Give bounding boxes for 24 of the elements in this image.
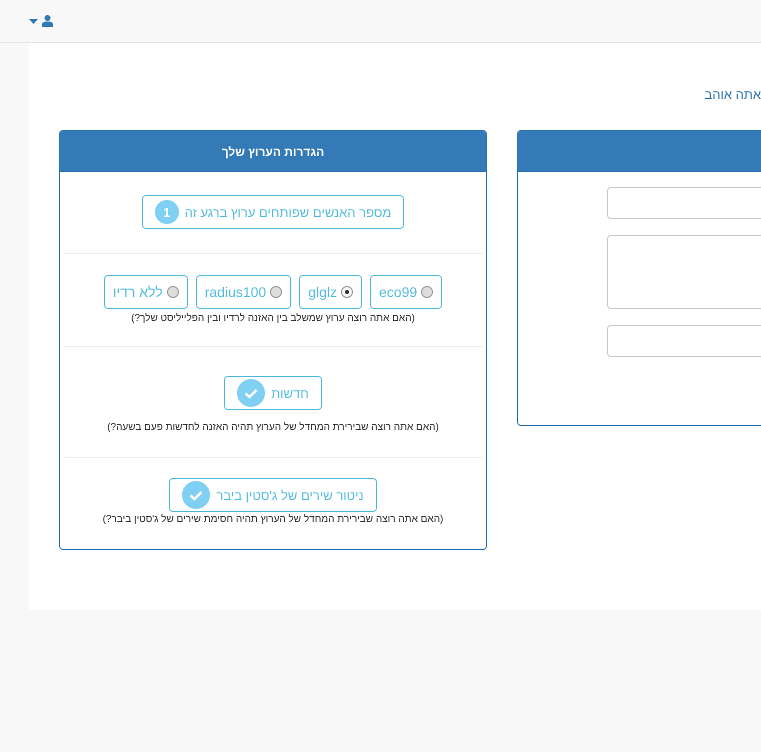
hint-text: (האם אתה רוצה שבירירת המחדל של הערוץ תהיה האזנה לחדשות פעם בשעה?) — [107, 422, 439, 433]
toggle-button[interactable]: חדשות — [224, 376, 322, 410]
text-input[interactable] — [607, 325, 761, 357]
station-radio[interactable]: glglz — [299, 275, 362, 309]
radio-dot[interactable] — [421, 286, 434, 298]
text-input[interactable] — [607, 187, 761, 219]
radio-dot[interactable] — [270, 286, 282, 298]
hint-text: (האם אתה רוצה שבירירת המחדל של הערוץ תהיה חסימת שירים של ג'סטין ביבר?) — [102, 514, 444, 525]
page-heading: אתה אוהב — [704, 86, 761, 102]
caret-icon — [29, 18, 38, 24]
user-icon — [42, 15, 53, 27]
panel-title: הגדרות הערוץ שלך — [60, 131, 486, 172]
text-area[interactable] — [607, 235, 761, 309]
radio-dot[interactable] — [341, 286, 354, 298]
count-badge: 1 — [154, 200, 179, 224]
hint-text: (האם אתה רוצה ערוץ שמשלב בין האזנה לרדיו ובין הפלייליסט שלך?) — [131, 313, 415, 324]
radio-dot[interactable] — [166, 286, 179, 298]
check-icon — [189, 490, 204, 500]
station-radio[interactable]: radius100 — [196, 275, 292, 309]
check-icon — [244, 388, 258, 398]
station-radio[interactable]: eco99 — [370, 275, 442, 309]
user-menu-button[interactable] — [29, 15, 53, 27]
station-radio[interactable]: ללא רדיו — [104, 275, 188, 309]
toggle-button[interactable]: ניטור שירים של ג'סטין ביבר — [169, 478, 377, 512]
